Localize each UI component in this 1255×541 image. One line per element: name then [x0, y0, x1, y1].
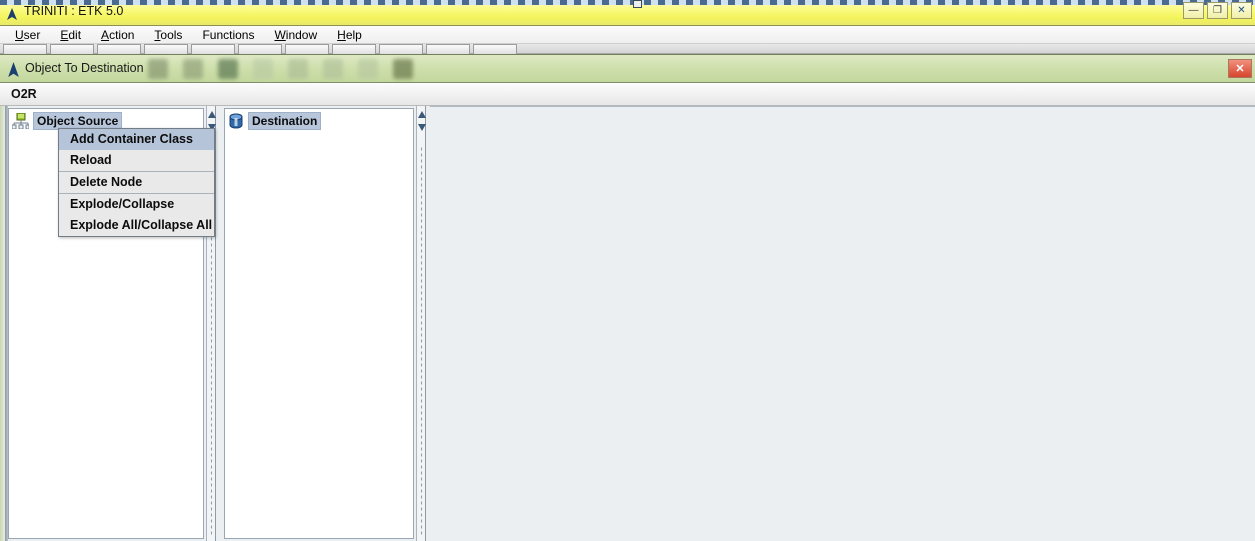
app-triangle-icon — [7, 8, 17, 20]
toolbar-icon-1[interactable] — [148, 59, 168, 79]
app-triangle-icon — [8, 62, 19, 77]
detail-pane — [430, 106, 1255, 541]
splitter-right[interactable] — [416, 106, 426, 541]
menu-item-delete-node[interactable]: Delete Node — [59, 172, 214, 193]
window-controls: — ❐ ✕ — [1183, 2, 1252, 19]
selection-dashed-border — [0, 0, 1255, 5]
destination-panel: Destination — [224, 108, 414, 539]
close-button[interactable]: ✕ — [1231, 2, 1252, 19]
tree-node-label: Destination — [248, 112, 322, 130]
minimize-button[interactable]: — — [1183, 2, 1204, 19]
toolbar-title: Object To Destination — [25, 61, 144, 75]
database-cylinder-icon — [229, 113, 243, 129]
menu-help[interactable]: Help — [327, 28, 372, 42]
tree-node-destination[interactable]: Destination — [226, 111, 323, 131]
application-toolbar: Object To Destination ✕ — [0, 54, 1255, 83]
title-bar: TRINITI : ETK 5.0 — ❐ ✕ — [0, 0, 1255, 26]
menu-user[interactable]: User — [5, 28, 50, 42]
selection-handle[interactable] — [633, 0, 642, 8]
splitter-grip — [420, 146, 423, 536]
toolbar-icon-3[interactable] — [218, 59, 238, 79]
menu-functions[interactable]: Functions — [192, 28, 264, 42]
restore-button[interactable]: ❐ — [1207, 2, 1228, 19]
menu-edit-label: dit — [68, 27, 82, 42]
toolbar-icon-7[interactable] — [358, 59, 378, 79]
context-menu: Add Container Class Reload Delete Node E… — [58, 128, 215, 237]
application-window: TRINITI : ETK 5.0 — ❐ ✕ User Edit Action… — [0, 0, 1255, 541]
menu-action-label: ction — [109, 27, 135, 42]
menu-bar: User Edit Action Tools Functions Window … — [0, 26, 1255, 44]
toolbar-icons — [148, 59, 413, 79]
menu-tools[interactable]: Tools — [144, 28, 192, 42]
menu-window[interactable]: Window — [264, 28, 327, 42]
toolbar-close-button[interactable]: ✕ — [1228, 59, 1252, 78]
window-title: TRINITI : ETK 5.0 — [24, 4, 124, 18]
collapse-up-arrow-icon[interactable] — [418, 111, 426, 118]
toolbar-icon-6[interactable] — [323, 59, 343, 79]
collapse-down-arrow-icon[interactable] — [418, 124, 426, 131]
toolbar-button-strip — [0, 44, 1255, 55]
toolbar-icon-4[interactable] — [253, 59, 273, 79]
menu-help-label: elp — [345, 27, 362, 42]
menu-edit[interactable]: Edit — [50, 28, 91, 42]
hierarchy-node-icon — [12, 113, 29, 129]
menu-item-reload[interactable]: Reload — [59, 150, 214, 171]
collapse-up-arrow-icon[interactable] — [208, 111, 216, 118]
toolbar-icon-2[interactable] — [183, 59, 203, 79]
menu-tools-label: ools — [160, 27, 183, 42]
toolbar-icon-5[interactable] — [288, 59, 308, 79]
toolbar-icon-8[interactable] — [393, 59, 413, 79]
tab-o2r[interactable]: O2R — [11, 87, 37, 101]
menu-action[interactable]: Action — [91, 28, 144, 42]
menu-item-add-container-class[interactable]: Add Container Class — [59, 129, 214, 150]
section-tab-bar: O2R — [0, 84, 1255, 106]
menu-item-explode-collapse[interactable]: Explode/Collapse — [59, 194, 214, 215]
menu-item-explode-all-collapse-all[interactable]: Explode All/Collapse All — [59, 215, 214, 236]
menu-user-label: ser — [23, 27, 41, 42]
menu-window-label: indow — [285, 27, 318, 42]
